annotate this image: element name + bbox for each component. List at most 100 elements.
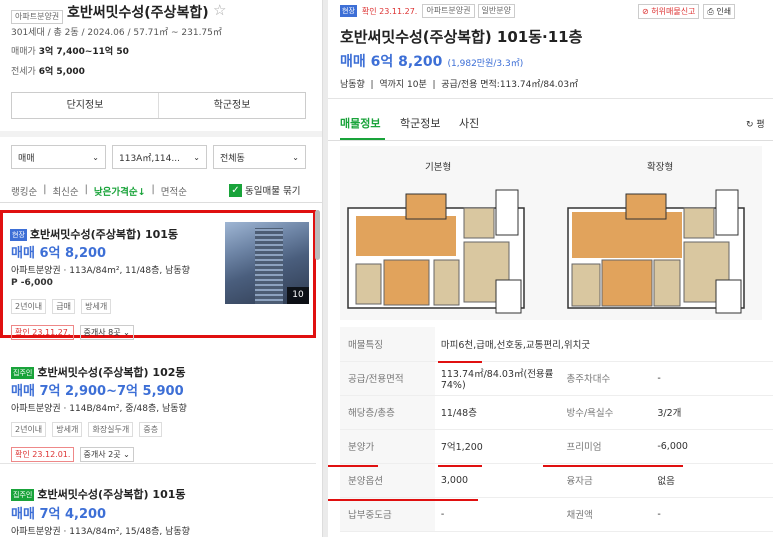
listing-tag: 중층 xyxy=(139,422,163,437)
listing-tag: 화장실두개 xyxy=(88,422,134,437)
listing-tag: 2년이내 xyxy=(11,422,47,437)
spec-row: 매물특징 마피6천,급매,선호동,교통편리,위치굿 xyxy=(340,327,773,362)
listing-panel: 아파트분양권 호반써밋수성(주상복합) ☆ 301세대 / 총 2동 / 202… xyxy=(0,0,322,537)
listing-badge: 집주인 xyxy=(11,367,35,379)
spec-key: 분양가 xyxy=(340,429,435,464)
detail-title: 호반써밋수성(주상복합) 101동·11층 xyxy=(340,28,583,46)
floorplan-basic-image[interactable] xyxy=(346,180,526,315)
sort-latest[interactable]: 최신순 xyxy=(52,184,78,198)
annotation-underline xyxy=(328,499,478,501)
listing-detail: 아파트분양권 · 114B/84m², 중/48층, 남동향 xyxy=(11,404,187,414)
annotation-underline xyxy=(438,465,482,467)
tab-school-info[interactable]: 학군정보 xyxy=(400,115,440,131)
listing-item[interactable]: 집주인 호반써밋수성(주상복합) 102동 매매 7억 2,900~7억 5,90… xyxy=(0,352,316,464)
divider xyxy=(328,98,773,99)
listing-tag: 급매 xyxy=(52,299,75,314)
listing-price: 매매 7억 2,900~7억 5,900 xyxy=(11,384,184,399)
trade-type-select[interactable]: 매매 ⌄ xyxy=(11,145,106,169)
spec-value: 없음 xyxy=(651,463,773,498)
dong-select[interactable]: 전체동 ⌄ xyxy=(213,145,306,169)
spec-key: 해당층/총층 xyxy=(340,395,435,430)
spec-value: -6,000 xyxy=(651,429,773,464)
area-value: 113A㎡,114... xyxy=(119,153,180,164)
complex-info: 301세대 / 총 2동 / 2024.06 / 57.71㎡ ~ 231.75… xyxy=(11,28,222,38)
spec-key: 방수/욕실수 xyxy=(556,395,652,430)
annotation-underline xyxy=(328,465,378,467)
scrollbar[interactable] xyxy=(315,210,320,260)
divider xyxy=(0,202,322,203)
complex-info-button[interactable]: 단지정보 xyxy=(12,93,159,118)
tab-listing-info[interactable]: 매물정보 xyxy=(340,115,380,131)
chevron-down-icon: ⌄ xyxy=(193,152,200,162)
detail-badge: 현장 xyxy=(340,5,357,17)
photo-count: 10 xyxy=(287,287,309,304)
spec-value: 7억1,200 xyxy=(434,429,557,464)
detail-price: 매매 6억 8,200 xyxy=(340,54,443,70)
spec-key: 채권액 xyxy=(556,497,652,532)
same-listing-label: 동일매물 묶기 xyxy=(245,186,301,197)
confirm-date: 확인 23.12.01. xyxy=(11,447,75,462)
spec-key: 매물특징 xyxy=(340,327,435,362)
listing-price: 매매 7억 4,200 xyxy=(11,507,107,522)
sort-ranking[interactable]: 랭킹순 xyxy=(11,184,37,198)
spec-key: 프리미엄 xyxy=(556,429,652,464)
spec-value: 11/48층 xyxy=(434,395,557,430)
complex-title: 호반써밋수성(주상복합) xyxy=(67,5,209,21)
detail-summary: 남동향 | 역까지 10분 | 공급/전용 면적:113.74㎡/84.03㎡ xyxy=(340,80,579,90)
print-button[interactable]: ⎙ 인쇄 xyxy=(703,4,736,19)
listing-item[interactable]: 현장 호반써밋수성(주상복합) 101동 매매 6억 8,200 아파트분양권 ·… xyxy=(0,210,316,340)
spec-value: - xyxy=(651,497,773,532)
checkbox-checked-icon[interactable]: ✓ xyxy=(229,183,242,197)
sort-area[interactable]: 면적순 xyxy=(161,184,187,198)
tab-photos[interactable]: 사진 xyxy=(459,115,479,131)
jeonse-price-label: 전세가 xyxy=(11,67,36,77)
report-button[interactable]: ⊘ 허위매물신고 xyxy=(638,4,700,19)
favorite-star-icon[interactable]: ☆ xyxy=(213,1,226,19)
spec-row: 납부중도금 - 채권액 - xyxy=(340,497,773,532)
detail-price-per-area: (1,982만원/3.3㎡) xyxy=(447,59,524,69)
detail-confirm-date: 확인 23.11.27. xyxy=(361,6,418,16)
plan-extended-label: 확장형 xyxy=(647,162,674,173)
agent-count-button[interactable]: 중개사 2곳 ⌄ xyxy=(79,447,134,462)
agent-count-button[interactable]: 중개사 8곳 ⌄ xyxy=(79,325,134,340)
detail-panel: 현장 확인 23.11.27. 아파트분양권 일반분양 ⊘ 허위매물신고 ⎙ 인… xyxy=(328,0,773,537)
spec-value: - xyxy=(651,361,773,396)
area-select[interactable]: 113A㎡,114... ⌄ xyxy=(112,145,207,169)
sale-price-label: 매매가 xyxy=(11,47,36,57)
listing-price: 매매 6억 8,200 xyxy=(11,246,107,261)
listing-premium: P -6,000 xyxy=(11,278,53,288)
pyeong-toggle[interactable]: ↻ 평 xyxy=(746,117,765,130)
chevron-down-icon: ⌄ xyxy=(92,152,99,162)
jeonse-price: 6억 5,000 xyxy=(38,67,85,77)
building-image xyxy=(255,228,283,304)
section-divider xyxy=(0,131,322,137)
school-info-button[interactable]: 학군정보 xyxy=(159,93,305,118)
trade-type-value: 매매 xyxy=(18,153,35,164)
spec-value: 3,000 xyxy=(434,463,557,498)
spec-key: 총주차대수 xyxy=(556,361,652,396)
sort-low-price[interactable]: 낮은가격순↓ xyxy=(94,184,146,198)
listing-tag: 방세개 xyxy=(81,299,112,314)
sale-price-range: 3억 7,400~11억 50 xyxy=(38,47,129,57)
annotation-underline xyxy=(543,465,683,467)
spec-key: 공급/전용면적 xyxy=(340,361,435,396)
listing-item[interactable]: 집주인 호반써밋수성(주상복합) 101동 매매 7억 4,200 아파트분양권 … xyxy=(0,474,316,537)
floorplan-extended-image[interactable] xyxy=(566,180,746,315)
annotation-underline xyxy=(438,361,482,363)
divider xyxy=(328,140,773,141)
dong-value: 전체동 xyxy=(220,153,245,164)
confirm-date: 확인 23.11.27. xyxy=(11,325,75,340)
listing-detail: 아파트분양권 · 113A/84m², 15/48층, 남동향 xyxy=(11,527,190,537)
plan-basic-label: 기본형 xyxy=(425,162,452,173)
spec-value: 113.74㎡/84.03㎡(전용률74%) xyxy=(434,361,557,396)
listing-detail: 아파트분양권 · 113A/84m², 11/48층, 남동향 xyxy=(11,266,190,276)
listing-photo[interactable]: 10 xyxy=(225,222,309,304)
spec-value: 3/2개 xyxy=(651,395,773,430)
detail-tag: 일반분양 xyxy=(477,4,515,18)
spec-row: 공급/전용면적 113.74㎡/84.03㎡(전용률74%) 총주차대수 - xyxy=(340,361,773,396)
spec-value: 마피6천,급매,선호동,교통편리,위치굿 xyxy=(434,327,773,362)
chevron-down-icon: ⌄ xyxy=(292,152,299,162)
listing-title: 호반써밋수성(주상복합) 101동 xyxy=(37,488,186,501)
listing-badge: 현장 xyxy=(10,229,27,241)
detail-tag: 아파트분양권 xyxy=(422,4,475,18)
